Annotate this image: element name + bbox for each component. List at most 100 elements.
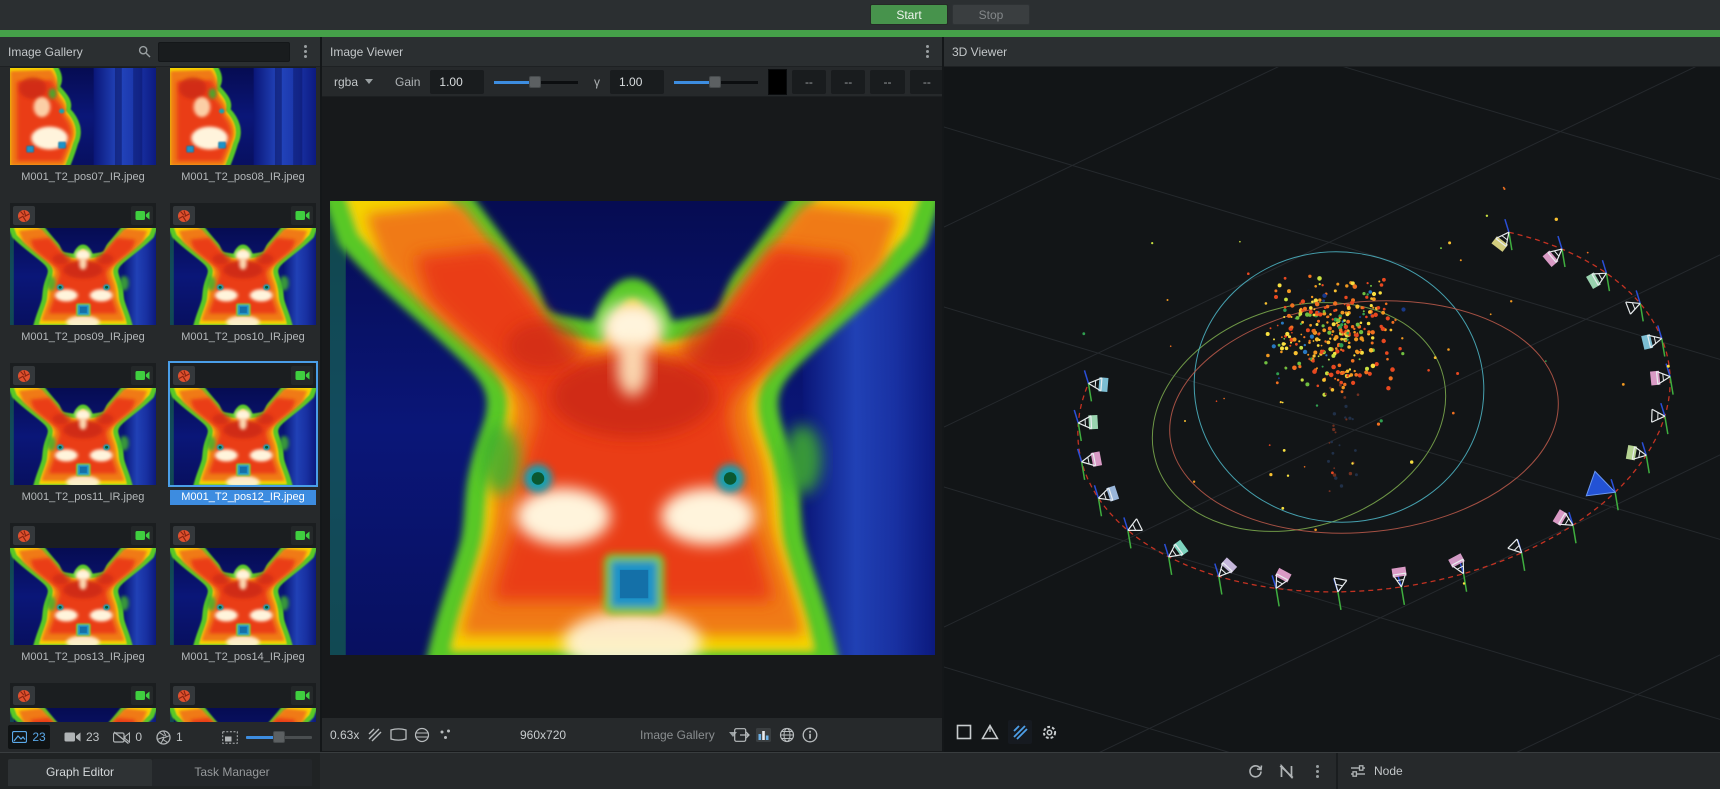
thumbnail-cell[interactable] xyxy=(10,67,156,165)
top-toolbar: Start Stop xyxy=(0,0,1720,30)
image-count-chip[interactable]: 23 xyxy=(8,725,50,749)
node-panel-title: Node xyxy=(1374,764,1403,778)
gallery-footer: 23 23 0 1 xyxy=(0,722,320,752)
thermal-thumbnail xyxy=(10,708,156,722)
gallery-item[interactable] xyxy=(170,683,316,722)
gallery-item[interactable]: M001_T2_pos12_IR.jpeg xyxy=(170,363,316,523)
thermal-thumbnail xyxy=(10,228,156,325)
gamma-slider[interactable] xyxy=(674,76,758,88)
bottom-strip: Node xyxy=(320,752,1720,789)
thumb-size-icon[interactable] xyxy=(222,731,238,744)
thumbnail-filename: M001_T2_pos10_IR.jpeg xyxy=(170,330,316,345)
frame-icon[interactable] xyxy=(390,718,407,751)
gain-slider[interactable] xyxy=(494,76,578,88)
thumbnail-status-strip xyxy=(170,523,316,548)
thumb-size-slider[interactable] xyxy=(246,731,312,743)
reconstruction-status-icon xyxy=(13,206,35,225)
viewer3d-canvas[interactable] xyxy=(944,67,1720,752)
viewer-header: Image Viewer xyxy=(322,37,942,67)
thumbnail-cell[interactable] xyxy=(170,67,316,165)
thermal-image-main xyxy=(330,201,935,655)
layout-off-icon[interactable] xyxy=(1279,764,1294,779)
thumbnail-cell[interactable] xyxy=(10,683,156,722)
viewer-toolbar: rgba Gain 1.00 γ 1.00 -- -- -- -- xyxy=(322,67,944,97)
viewer-canvas[interactable] xyxy=(322,97,944,718)
source-dropdown[interactable]: Image Gallery xyxy=(640,718,737,751)
thumbnail-grid: M001_T2_pos07_IR.jpeg M001_T2_pos08_IR.j… xyxy=(0,67,320,722)
pixel-value-a: -- xyxy=(910,70,944,94)
gallery-item[interactable]: M001_T2_pos11_IR.jpeg xyxy=(10,363,156,523)
images-icon xyxy=(12,731,27,743)
histogram-icon[interactable] xyxy=(756,718,771,751)
refresh-icon[interactable] xyxy=(1248,764,1263,779)
gallery-item[interactable]: M001_T2_pos09_IR.jpeg xyxy=(10,203,156,363)
thumbnail-cell[interactable] xyxy=(10,523,156,645)
thumbnail-filename: M001_T2_pos14_IR.jpeg xyxy=(170,650,316,665)
camera-estimated-icon xyxy=(131,206,153,225)
start-button[interactable]: Start xyxy=(870,4,948,25)
thumbnail-cell[interactable] xyxy=(170,523,316,645)
gallery-menu-kebab-icon[interactable] xyxy=(298,43,312,61)
color-picker-swatch[interactable] xyxy=(768,69,787,95)
zoom-level: 0.63x xyxy=(330,718,359,751)
fisheye-icon[interactable] xyxy=(414,718,430,751)
reconstruction-status-icon xyxy=(13,526,35,545)
hatch-icon[interactable] xyxy=(1008,720,1032,744)
thumbnail-filename: M001_T2_pos08_IR.jpeg xyxy=(170,170,316,185)
thermal-thumbnail xyxy=(10,388,156,485)
tab-task-manager[interactable]: Task Manager xyxy=(152,759,312,786)
reconstruction-status-icon xyxy=(173,526,195,545)
aperture-icon xyxy=(156,730,171,745)
thumbnail-cell[interactable] xyxy=(170,203,316,325)
thermal-thumbnail xyxy=(170,388,316,485)
3d-scene xyxy=(944,67,1720,752)
output-icon[interactable] xyxy=(734,718,750,751)
stop-button[interactable]: Stop xyxy=(952,4,1030,25)
camera-estimated-icon xyxy=(131,686,153,705)
gallery-item[interactable]: M001_T2_pos08_IR.jpeg xyxy=(170,67,316,203)
thumbnail-status-strip xyxy=(10,683,156,708)
gallery-item[interactable]: M001_T2_pos13_IR.jpeg xyxy=(10,523,156,683)
graph-menu-kebab-icon[interactable] xyxy=(1310,762,1324,780)
camera-count: 23 xyxy=(86,730,99,744)
features-hatch-icon[interactable] xyxy=(368,718,382,751)
gallery-item[interactable]: M001_T2_pos10_IR.jpeg xyxy=(170,203,316,363)
thumbnail-status-strip xyxy=(10,67,156,68)
intrinsics-count: 1 xyxy=(176,730,183,744)
intrinsics-count-group[interactable]: 1 xyxy=(156,730,183,745)
gear-icon[interactable] xyxy=(1041,724,1058,741)
non-located-count: 0 xyxy=(135,730,142,744)
thumbnail-status-strip xyxy=(10,363,156,388)
channel-dropdown[interactable]: rgba xyxy=(334,75,373,89)
thumbnail-cell[interactable] xyxy=(170,683,316,722)
globe-icon[interactable] xyxy=(779,718,795,751)
bbox-icon[interactable] xyxy=(956,724,972,740)
gallery-item[interactable] xyxy=(10,683,156,722)
image-count: 23 xyxy=(32,730,45,744)
viewer-menu-kebab-icon[interactable] xyxy=(920,43,934,61)
non-located-count-group[interactable]: 0 xyxy=(113,730,142,744)
tab-graph-editor[interactable]: Graph Editor xyxy=(8,759,152,786)
image-viewer-panel: Image Viewer rgba Gain 1.00 γ 1.00 -- --… xyxy=(320,37,942,752)
gallery-item[interactable]: M001_T2_pos14_IR.jpeg xyxy=(170,523,316,683)
points-icon[interactable] xyxy=(439,718,452,751)
search-input[interactable] xyxy=(158,42,290,62)
thumbnail-cell[interactable] xyxy=(170,363,316,485)
camera-off-icon xyxy=(113,731,130,744)
camera-count-group[interactable]: 23 xyxy=(64,730,99,744)
viewer3d-panel: 3D Viewer xyxy=(942,37,1720,752)
thumbnail-status-strip xyxy=(170,363,316,388)
thumbnail-cell[interactable] xyxy=(10,203,156,325)
camera-estimated-icon xyxy=(291,366,313,385)
thumbnail-cell[interactable] xyxy=(10,363,156,485)
gamma-value-field[interactable]: 1.00 xyxy=(610,70,664,94)
info-icon[interactable] xyxy=(802,718,818,751)
gallery-item[interactable]: M001_T2_pos07_IR.jpeg xyxy=(10,67,156,203)
mesh-icon[interactable] xyxy=(981,724,999,740)
thermal-thumbnail xyxy=(170,548,316,645)
node-panel-header: Node xyxy=(1336,753,1720,789)
gain-value-field[interactable]: 1.00 xyxy=(430,70,484,94)
viewer3d-title: 3D Viewer xyxy=(952,45,1007,59)
thumbnail-status-strip xyxy=(10,523,156,548)
reconstruction-status-icon xyxy=(13,686,35,705)
